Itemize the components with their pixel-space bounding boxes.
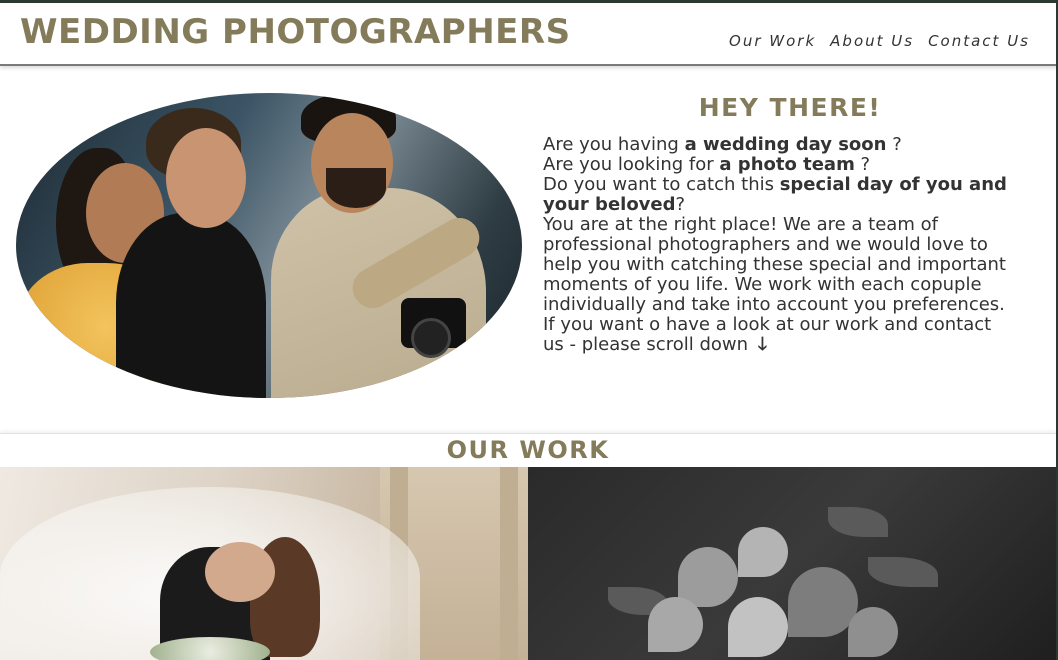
gallery-photo-couple[interactable] [0, 467, 528, 660]
site-header: WEDDING PHOTOGRAPHERS Our Work About Us … [0, 0, 1058, 66]
gallery-photo-bouquet[interactable] [528, 467, 1056, 660]
nav-our-work[interactable]: Our Work [729, 32, 816, 50]
main-nav: Our Work About Us Contact Us [729, 32, 1030, 50]
arrow-down-icon: 🡓 [757, 334, 768, 355]
intro-paragraph: You are at the right place! We are a tea… [543, 214, 1006, 315]
hero-heading: HEY THERE! [698, 93, 882, 122]
nav-contact-us[interactable]: Contact Us [928, 32, 1030, 50]
scroll-hint: If you want o have a look at our work an… [543, 314, 992, 355]
nav-about-us[interactable]: About Us [830, 32, 914, 50]
intro-line-wedding: Are you having a wedding day soon ? [543, 134, 902, 155]
site-logo[interactable]: WEDDING PHOTOGRAPHERS [20, 12, 571, 52]
intro-line-photo-team: Are you looking for a photo team ? [543, 154, 871, 175]
hero-intro: Are you having a wedding day soon ? Are … [543, 135, 1013, 355]
hero-photo [16, 93, 522, 398]
our-work-title: OUR WORK [446, 436, 610, 464]
intro-line-special-day: Do you want to catch this special day of… [543, 174, 1007, 215]
